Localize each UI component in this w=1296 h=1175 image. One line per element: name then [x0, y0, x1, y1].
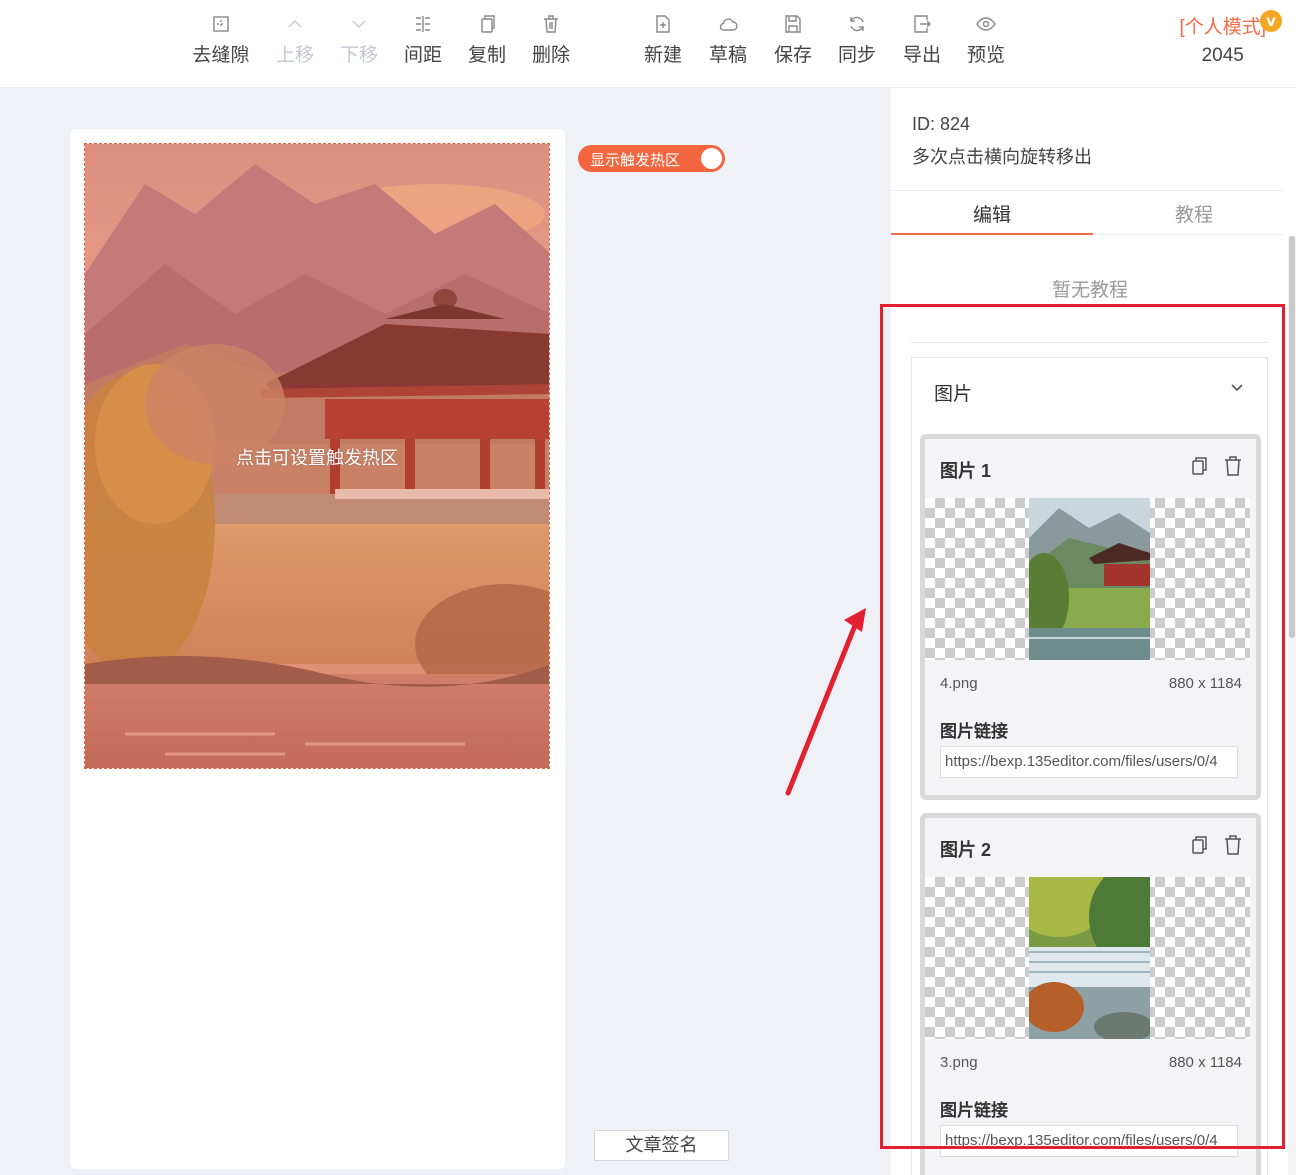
image-dimensions: 880 x 1184 — [1168, 1054, 1242, 1071]
save-label: 保存 — [773, 45, 812, 66]
show-hotspot-toggle[interactable]: 显示触发热区 — [578, 145, 725, 172]
move-down-button[interactable]: 下移 — [327, 12, 391, 72]
component-id: ID: 824 — [912, 114, 971, 134]
canvas-card: 点击可设置触发热区 — [70, 129, 565, 1169]
copy-icon — [477, 14, 497, 34]
copy-button[interactable]: 复制 — [455, 12, 519, 72]
image-item: 图片 2 3.png 880 x 1184 图片链接 https://bexp.… — [920, 813, 1261, 1175]
vip-badge-icon: v — [1260, 10, 1282, 32]
move-up-label: 上移 — [275, 45, 314, 66]
export-label: 导出 — [902, 45, 941, 66]
move-down-label: 下移 — [339, 45, 378, 66]
trash-icon[interactable] — [1222, 834, 1244, 856]
copy-icon[interactable] — [1189, 834, 1211, 856]
tab-underline — [891, 233, 1093, 235]
hotspot-area[interactable]: 点击可设置触发热区 — [84, 143, 550, 769]
image-link-input[interactable]: https://bexp.135editor.com/files/users/0… — [940, 746, 1238, 778]
remove-gap-label: 去缝隙 — [192, 45, 250, 66]
sync-icon — [847, 14, 867, 34]
new-button[interactable]: 新建 — [631, 12, 695, 72]
trash-icon[interactable] — [1222, 455, 1244, 477]
save-icon — [783, 14, 803, 34]
component-description: 多次点击横向旋转移出 — [912, 147, 1092, 167]
properties-panel: ID: 824 多次点击横向旋转移出 编辑 教程 暂无教程 图片 图片 1 4.… — [891, 88, 1296, 1175]
image-filename: 4.png — [940, 675, 978, 692]
hotspot-hint: 点击可设置触发热区 — [236, 448, 398, 468]
spacing-icon — [413, 14, 433, 34]
draft-label: 草稿 — [708, 45, 747, 66]
chevron-down-icon — [349, 14, 369, 34]
eye-icon — [976, 14, 996, 34]
export-button[interactable]: 导出 — [890, 12, 954, 72]
chevron-down-icon[interactable] — [1229, 380, 1245, 396]
mode-label: [个人模式] — [1179, 17, 1266, 38]
image-thumbnail[interactable] — [925, 877, 1250, 1039]
new-file-icon — [653, 14, 673, 34]
spacing-button[interactable]: 间距 — [391, 12, 455, 72]
new-label: 新建 — [643, 45, 682, 66]
toggle-label: 显示触发热区 — [590, 152, 681, 169]
images-accordion: 图片 图片 1 4.png 880 x 1184 图片链接 https://be… — [911, 357, 1268, 1175]
remove-gap-button[interactable]: 去缝隙 — [189, 12, 253, 72]
remove-gap-icon — [211, 14, 231, 34]
trash-icon — [541, 14, 561, 34]
copy-label: 复制 — [467, 45, 506, 66]
export-icon — [912, 14, 932, 34]
image-item-title: 图片 2 — [940, 840, 992, 860]
draft-button[interactable]: 草稿 — [696, 12, 760, 72]
divider — [891, 190, 1283, 191]
image-link-input[interactable]: https://bexp.135editor.com/files/users/0… — [940, 1125, 1238, 1157]
toolbar: 去缝隙 上移 下移 间距 复制 删除 新建 草稿 保存 同步 导出 预览 [个人… — [0, 0, 1296, 88]
image-link-label: 图片链接 — [940, 722, 1008, 741]
image-item: 图片 1 4.png 880 x 1184 图片链接 https://bexp.… — [920, 434, 1261, 800]
sync-label: 同步 — [837, 45, 876, 66]
sync-button[interactable]: 同步 — [825, 12, 889, 72]
image-item-title: 图片 1 — [940, 461, 992, 481]
delete-label: 删除 — [531, 45, 570, 66]
image-link-label: 图片链接 — [940, 1101, 1008, 1120]
copy-icon[interactable] — [1189, 455, 1211, 477]
save-button[interactable]: 保存 — [761, 12, 825, 72]
chevron-up-icon — [285, 14, 305, 34]
image-filename: 3.png — [940, 1054, 978, 1071]
delete-button[interactable]: 删除 — [519, 12, 583, 72]
accordion-title[interactable]: 图片 — [934, 379, 972, 406]
image-dimensions: 880 x 1184 — [1168, 675, 1242, 692]
no-tutorial-text: 暂无教程 — [1051, 280, 1128, 301]
image-thumbnail[interactable] — [925, 498, 1250, 660]
tab-bar-line — [1093, 234, 1283, 235]
move-up-button[interactable]: 上移 — [263, 12, 327, 72]
account-mode[interactable]: [个人模式] v 2045 — [1179, 10, 1282, 67]
article-signature-button[interactable]: 文章签名 — [594, 1130, 729, 1161]
toggle-knob — [701, 148, 722, 169]
tab-edit[interactable]: 编辑 — [891, 200, 1093, 227]
cloud-icon — [718, 14, 738, 34]
divider — [911, 342, 1268, 343]
preview-button[interactable]: 预览 — [954, 12, 1018, 72]
preview-label: 预览 — [966, 45, 1005, 66]
spacing-label: 间距 — [403, 45, 442, 66]
scrollbar-thumb[interactable] — [1289, 236, 1295, 638]
count-value: 2045 — [1201, 45, 1244, 66]
tab-tutorial[interactable]: 教程 — [1093, 200, 1295, 227]
annotation-arrow-icon — [785, 608, 866, 796]
